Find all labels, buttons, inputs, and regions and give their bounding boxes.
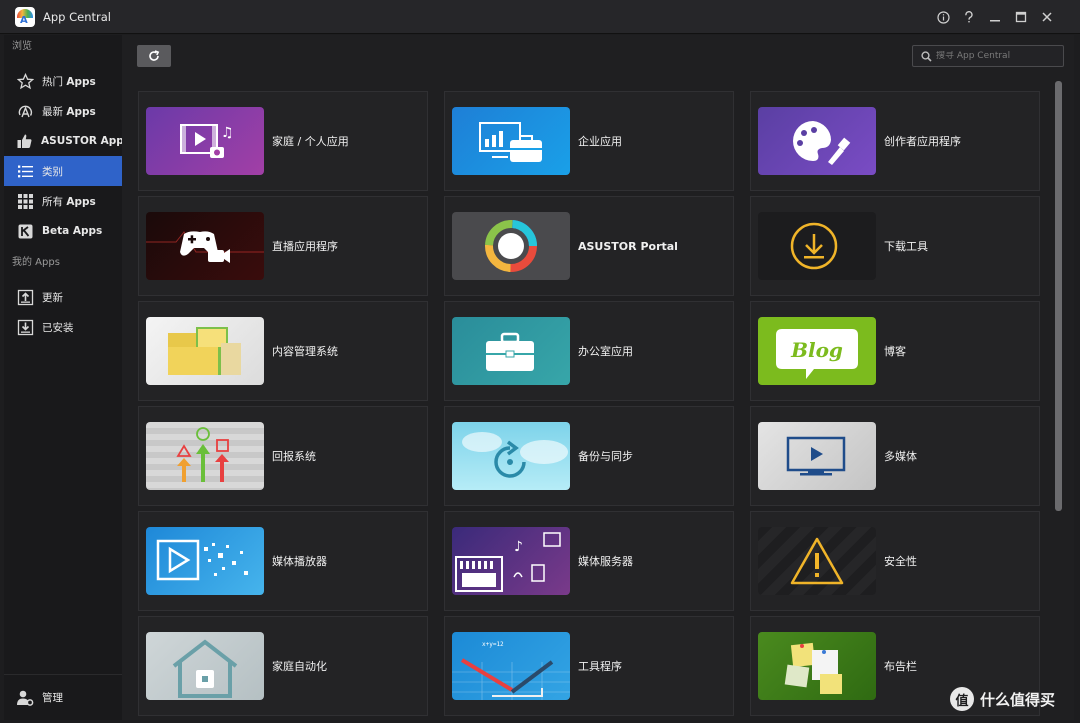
star-icon bbox=[16, 72, 34, 90]
briefcase-icon bbox=[452, 317, 570, 385]
maximize-icon[interactable] bbox=[1014, 10, 1028, 24]
watermark-text: 什么值得买 bbox=[980, 690, 1056, 709]
info-icon[interactable] bbox=[936, 10, 950, 24]
home-media-icon: ♫ bbox=[146, 107, 264, 175]
search-box bbox=[912, 45, 1064, 67]
sidebar-item-beta-apps[interactable]: Beta Apps bbox=[4, 216, 122, 246]
my-apps-section-label: 我的 Apps bbox=[12, 257, 60, 268]
category-card-security[interactable]: 安全性 bbox=[750, 511, 1040, 611]
sidebar-item-popular-apps[interactable]: 热门 Apps bbox=[4, 66, 122, 96]
title-bar: App Central bbox=[0, 0, 1080, 34]
grid-icon bbox=[16, 192, 34, 210]
category-card-cms[interactable]: 内容管理系统 bbox=[138, 301, 428, 401]
list-icon bbox=[16, 162, 34, 180]
sidebar-item-all-apps[interactable]: 所有 Apps bbox=[4, 186, 122, 216]
media-server-icon: ♪ bbox=[452, 527, 570, 595]
category-card-creator[interactable]: 创作者应用程序 bbox=[750, 91, 1040, 191]
scrollbar[interactable] bbox=[1055, 81, 1062, 711]
category-card-utilities[interactable]: x+y=12 工具程序 bbox=[444, 616, 734, 716]
watermark: 值 什么值得买 bbox=[950, 686, 1055, 712]
download-icon bbox=[16, 318, 34, 336]
smart-home-icon bbox=[146, 632, 264, 700]
sidebar-item-categories[interactable]: 类别 bbox=[4, 156, 122, 186]
category-card-office[interactable]: 办公室应用 bbox=[444, 301, 734, 401]
sidebar-item-manage[interactable]: 管理 bbox=[4, 674, 122, 720]
sidebar-item-installed[interactable]: 已安装 bbox=[4, 312, 122, 342]
category-card-media-server[interactable]: ♪ 媒体服务器 bbox=[444, 511, 734, 611]
scrollbar-thumb[interactable] bbox=[1055, 81, 1062, 511]
main-panel: ♫ 家庭 / 个人应用 企业应用 创作者应用程序 直播应用程序 bbox=[122, 35, 1074, 720]
sidebar-item-asustor-apps[interactable]: ASUSTOR Apps bbox=[4, 126, 130, 156]
category-card-download-tools[interactable]: 下载工具 bbox=[750, 196, 1040, 296]
folders-icon bbox=[146, 317, 264, 385]
sidebar-item-updates[interactable]: 更新 bbox=[4, 282, 122, 312]
minimize-icon[interactable] bbox=[988, 10, 1002, 24]
monitor-play-icon bbox=[758, 422, 876, 490]
download-circle-icon bbox=[758, 212, 876, 280]
portal-ring-icon bbox=[452, 212, 570, 280]
player-icon bbox=[146, 527, 264, 595]
category-card-backup-sync[interactable]: 备份与同步 bbox=[444, 406, 734, 506]
report-arrows-icon bbox=[146, 422, 264, 490]
category-card-home-automation[interactable]: 家庭自动化 bbox=[138, 616, 428, 716]
refresh-icon bbox=[149, 50, 160, 61]
help-icon[interactable] bbox=[962, 10, 976, 24]
search-input[interactable] bbox=[936, 51, 1056, 61]
sidebar: 浏览 热门 Apps 最新 Apps ASUSTOR Apps 类别 所有 Ap… bbox=[4, 35, 130, 720]
refresh-button[interactable] bbox=[137, 45, 171, 67]
new-icon bbox=[16, 102, 34, 120]
category-card-multimedia[interactable]: 多媒体 bbox=[750, 406, 1040, 506]
svg-text:x+y=12: x+y=12 bbox=[482, 641, 504, 648]
svg-text:♫: ♫ bbox=[221, 125, 234, 141]
browse-section-label: 浏览 bbox=[12, 41, 32, 52]
category-card-enterprise[interactable]: 企业应用 bbox=[444, 91, 734, 191]
close-icon[interactable] bbox=[1040, 10, 1054, 24]
search-icon bbox=[916, 46, 936, 66]
category-card-asustor-portal[interactable]: ASUSTOR Portal bbox=[444, 196, 734, 296]
sidebar-item-new-apps[interactable]: 最新 Apps bbox=[4, 96, 122, 126]
warning-icon bbox=[758, 527, 876, 595]
gamepad-icon bbox=[146, 212, 264, 280]
upload-icon bbox=[16, 288, 34, 306]
svg-text:Blog: Blog bbox=[790, 338, 843, 362]
blog-bubble-icon: Blog bbox=[758, 317, 876, 385]
thumbs-up-icon bbox=[16, 132, 33, 150]
category-card-home-personal[interactable]: ♫ 家庭 / 个人应用 bbox=[138, 91, 428, 191]
category-card-live-streaming[interactable]: 直播应用程序 bbox=[138, 196, 428, 296]
business-icon bbox=[452, 107, 570, 175]
watermark-logo: 值 bbox=[950, 687, 974, 711]
app-central-logo-icon bbox=[15, 6, 35, 27]
beta-icon bbox=[16, 222, 34, 240]
notes-board-icon bbox=[758, 632, 876, 700]
category-card-media-player[interactable]: 媒体播放器 bbox=[138, 511, 428, 611]
window-title: App Central bbox=[43, 9, 111, 24]
sync-icon bbox=[452, 422, 570, 490]
user-settings-icon bbox=[16, 689, 34, 707]
palette-icon bbox=[758, 107, 876, 175]
category-card-reporting[interactable]: 回报系统 bbox=[138, 406, 428, 506]
window-controls bbox=[936, 0, 1054, 34]
tools-icon: x+y=12 bbox=[452, 632, 570, 700]
category-card-blog[interactable]: Blog 博客 bbox=[750, 301, 1040, 401]
svg-text:♪: ♪ bbox=[514, 539, 523, 555]
